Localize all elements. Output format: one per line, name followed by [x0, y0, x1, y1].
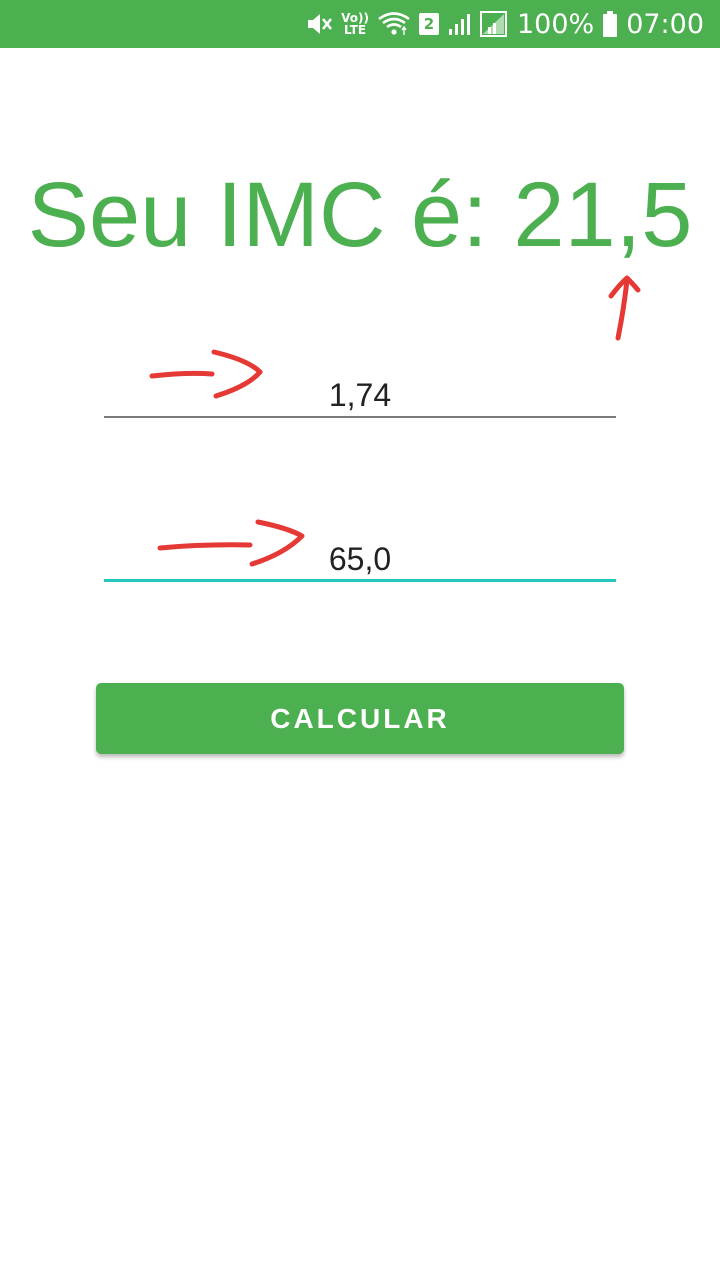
- battery-percent: 100%: [516, 8, 595, 40]
- status-bar: Vo)) LTE 2 100% 07:00: [0, 0, 720, 48]
- signal-icon: [447, 0, 471, 48]
- mute-icon: [305, 0, 333, 48]
- sim2-badge-icon: 2: [418, 0, 439, 48]
- height-field[interactable]: [104, 358, 616, 418]
- bmi-result-text: Seu IMC é: 21,5: [27, 164, 693, 266]
- height-field-underline: [104, 416, 616, 418]
- battery-icon: [602, 0, 618, 48]
- annotation-arrow-up-icon: [608, 275, 641, 341]
- height-input[interactable]: [104, 358, 616, 418]
- wifi-icon: [377, 0, 411, 48]
- weight-field[interactable]: [104, 522, 616, 582]
- volte-icon: Vo)) LTE: [341, 11, 369, 37]
- clock: 07:00: [626, 8, 704, 40]
- weight-field-underline: [104, 579, 616, 582]
- signal-icon: [479, 0, 509, 48]
- weight-input[interactable]: [104, 522, 616, 582]
- calculate-button[interactable]: CALCULAR: [96, 683, 624, 754]
